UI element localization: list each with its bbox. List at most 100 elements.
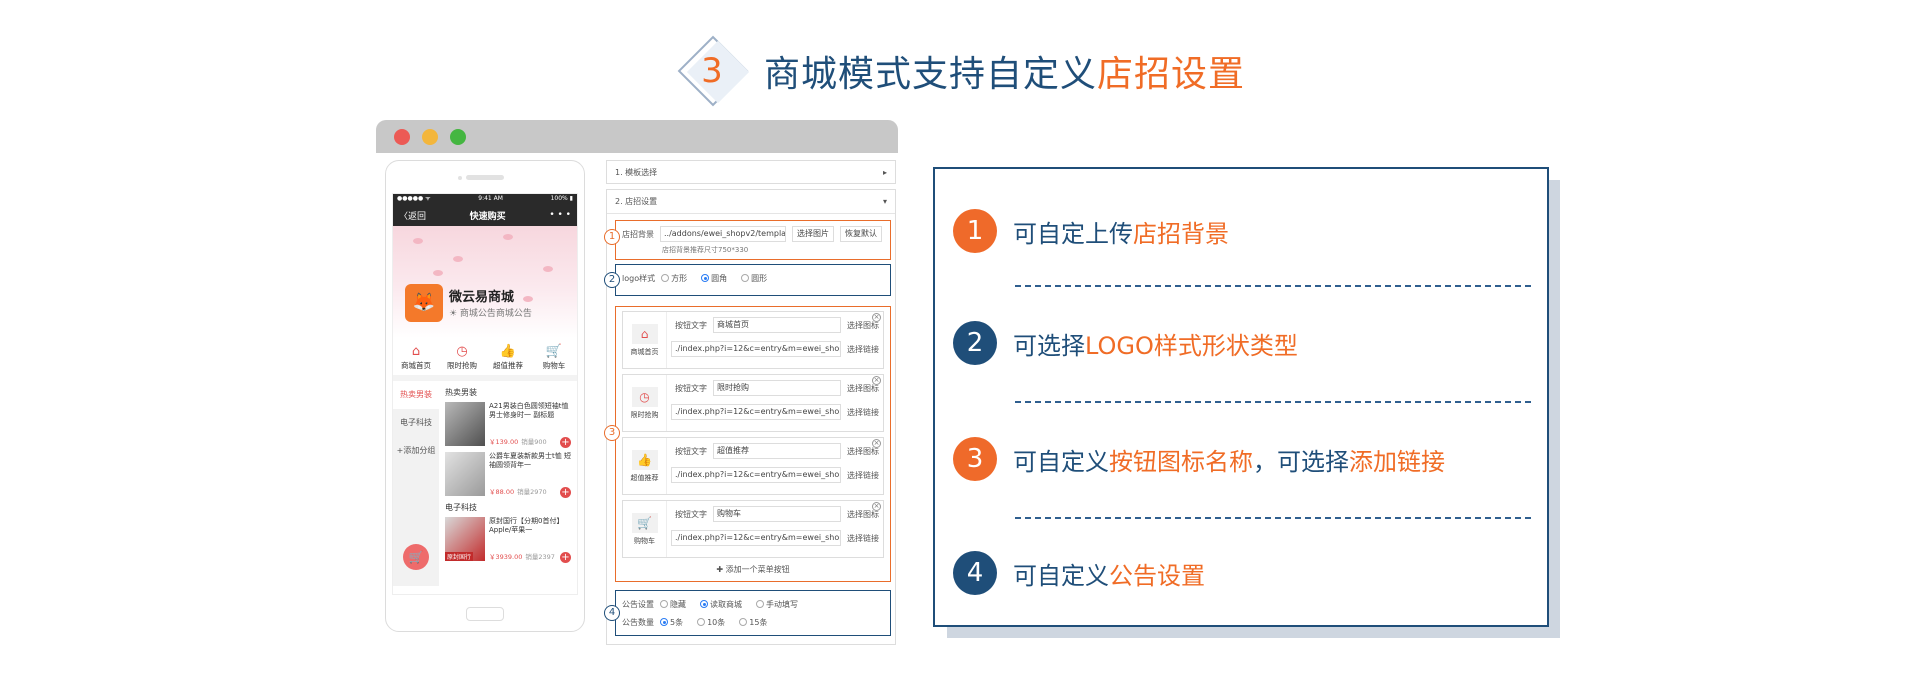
menu-label: 商城首页 [401,361,431,370]
product-item[interactable]: A21男装白色圆领短袖t恤 男士修身时一 副标题 ￥139.00 销量900 + [445,402,573,448]
shop-settings-label: 2. 店招设置 [615,197,658,206]
add-to-cart-icon[interactable]: + [560,437,571,448]
feature-card: 1 可自定上传店招背景 2 可选择LOGO样式形状类型 3 可自定义按钮图标名称… [933,167,1549,627]
button-link-input[interactable]: ./index.php?i=12&c=entry&m=ewei_shopv [671,404,841,420]
window-titlebar [376,120,898,153]
battery-icon: 100% ▮ [550,195,573,202]
notice-count-15[interactable]: 15条 [739,617,767,628]
notice-label: 公告设置 [622,599,654,609]
more-icon[interactable]: • • • [549,210,571,220]
cart-icon[interactable]: 🛒 [631,512,658,533]
logo-radio-rounded[interactable]: 圆角 [701,273,727,284]
template-select-bar[interactable]: 1. 模板选择 ▸ [606,160,896,184]
button-link-input[interactable]: ./index.php?i=12&c=entry&m=ewei_shopv [671,467,841,483]
menu-item-home[interactable]: ⌂ 商城首页 [394,344,438,371]
add-to-cart-icon[interactable]: + [560,552,571,563]
menu-item-flash-sale[interactable]: ◷ 限时抢购 [440,344,484,371]
feature-item-1: 1 可自定上传店招背景 [953,209,1229,253]
phone-home-button [466,607,504,621]
category-item[interactable]: 热卖男装 [393,381,439,409]
remove-button-icon[interactable]: × [872,439,881,448]
marker-2: 2 [604,272,620,288]
clock-icon[interactable]: ◷ [631,386,658,407]
add-category-button[interactable]: +添加分组 [393,437,439,465]
feature-text: 可选择 [1013,331,1085,360]
choose-link-button[interactable]: 选择链接 [847,407,879,418]
back-button[interactable]: 〈返回 [399,209,426,222]
logo-setting-box: 2 logo样式 方形 圆角 圆形 [604,264,891,296]
remove-button-icon[interactable]: × [872,502,881,511]
logo-label: logo样式 [622,273,656,283]
menu-button-config: 👍 超值推荐 按钮文字 超值推荐 选择图标 ./index.php?i=12&c=en… [622,437,884,495]
button-text-input[interactable]: 超值推荐 [713,443,841,459]
bg-label: 店招背景 [622,229,654,239]
notice-count-10[interactable]: 10条 [697,617,725,628]
menu-item-cart[interactable]: 🛒 购物车 [532,344,576,371]
choose-image-button[interactable]: 选择图片 [792,226,834,242]
logo-radio-square[interactable]: 方形 [661,273,687,284]
product-image: 原封国行 [445,517,485,561]
notice-count-5[interactable]: 5条 [660,617,683,628]
feature-text: 可自定上传 [1013,219,1133,248]
product-price: ￥139.00 [489,438,519,446]
maximize-window-icon[interactable] [450,128,466,145]
feature-item-2: 2 可选择LOGO样式形状类型 [953,321,1298,365]
button-link-input[interactable]: ./index.php?i=12&c=entry&m=ewei_shopv [671,341,841,357]
button-text-input[interactable]: 限时抢购 [713,380,841,396]
product-image [445,402,485,446]
close-window-icon[interactable] [394,128,410,145]
floating-cart-icon[interactable]: 🛒 [403,544,429,570]
notice-radio-hide[interactable]: 隐藏 [660,599,686,610]
feature-item-4: 4 可自定义公告设置 [953,551,1205,595]
remove-button-icon[interactable]: × [872,313,881,322]
divider [1015,285,1531,287]
button-text-label: 按钮文字 [675,446,707,456]
feature-highlight: 公告设置 [1109,561,1205,590]
restore-default-button[interactable]: 恢复默认 [840,226,882,242]
product-item[interactable]: 公爵车夏装新款男士t恤 短袖圆领背年一 ￥88.00 销量2970 + [445,452,573,498]
bg-path-input[interactable]: ../addons/ewei_shopv2/template/mol [660,226,786,242]
status-time: 9:41 AM [478,195,503,202]
feature-number: 3 [953,437,997,481]
shop-settings-bar[interactable]: 2. 店招设置 ▾ [607,190,895,214]
shop-logo: 🦊 [405,284,443,322]
minimize-window-icon[interactable] [422,128,438,145]
button-link-input[interactable]: ./index.php?i=12&c=entry&m=ewei_shopv [671,530,841,546]
product-price: ￥3939.00 [489,553,523,561]
button-text-input[interactable]: 购物车 [713,506,841,522]
signal-icon: ●●●●● ᯤ [397,195,431,202]
notice-radio-manual[interactable]: 手动填写 [756,599,798,610]
menu-button-config: ◷ 限时抢购 按钮文字 限时抢购 选择图标 ./index.php?i=12&c=en… [622,374,884,432]
menu-item-recommend[interactable]: 👍 超值推荐 [486,344,530,371]
category-section-title: 电子科技 [445,503,477,512]
product-sold: 销量2397 [525,553,555,561]
product-item[interactable]: 原封国行 原封国行【分期0首付】Apple/苹果一 ￥3939.00 销量2397… [445,517,573,563]
product-sold: 销量900 [521,438,547,446]
menu-label: 超值推荐 [493,361,523,370]
button-text-input[interactable]: 商城首页 [713,317,841,333]
logo-radio-circle[interactable]: 圆形 [741,273,767,284]
feature-text: ，可选择 [1253,447,1349,476]
button-name: 超值推荐 [630,473,659,482]
divider [1015,401,1531,403]
notice-setting-box: 4 公告设置 隐藏 读取商城 手动填写 公告数量 5条 10条 15条 [604,590,891,636]
choose-link-button[interactable]: 选择链接 [847,470,879,481]
divider [1015,517,1531,519]
menu-label: 购物车 [542,361,566,370]
product-sold: 销量2970 [517,488,547,496]
section-heading: 3 商城模式支持自定义店招设置 [676,35,1245,107]
category-products: 热卖男装 A21男装白色圆领短袖t恤 男士修身时一 副标题 ￥139.00 销量9… [439,381,577,586]
add-menu-button[interactable]: ✚ 添加一个菜单按钮 [622,563,884,577]
thumbs-up-icon[interactable]: 👍 [631,449,658,470]
home-icon[interactable]: ⌂ [631,323,658,344]
feature-highlight: LOGO样式形状类型 [1085,331,1298,360]
choose-link-button[interactable]: 选择链接 [847,533,879,544]
marker-3: 3 [604,425,620,441]
caret-icon: ▸ [882,167,887,177]
choose-link-button[interactable]: 选择链接 [847,344,879,355]
category-item[interactable]: 电子科技 [393,409,439,437]
remove-button-icon[interactable]: × [872,376,881,385]
notice-radio-shop[interactable]: 读取商城 [700,599,742,610]
add-to-cart-icon[interactable]: + [560,487,571,498]
cart-icon: 🛒 [545,344,563,359]
